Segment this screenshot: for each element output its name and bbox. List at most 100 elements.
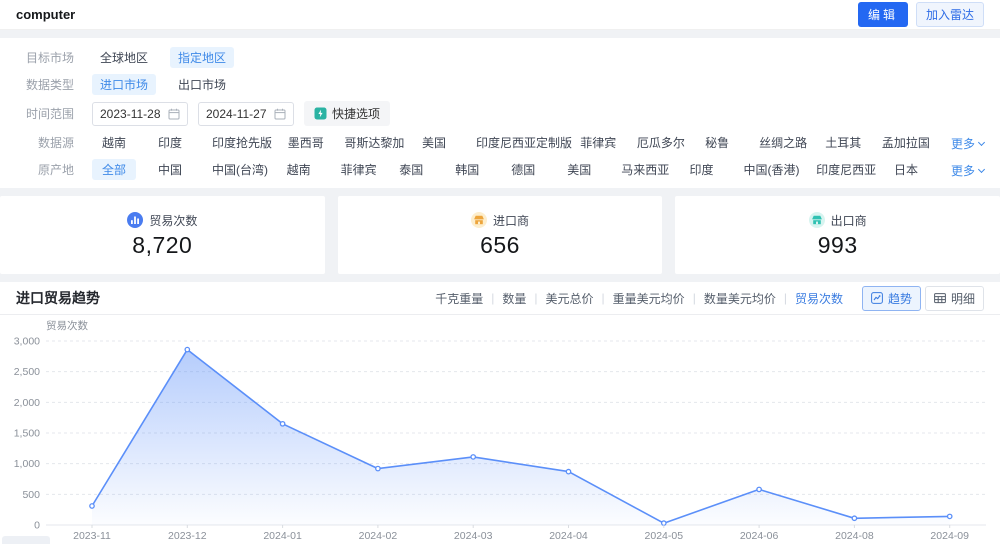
svg-text:1,000: 1,000: [14, 458, 40, 470]
stat-cards: 贸易次数 8,720 进口商 656 出口商 993: [0, 196, 1000, 274]
svg-text:2024-09: 2024-09: [930, 530, 969, 542]
filter-option[interactable]: 印度: [680, 159, 724, 180]
filter-panel: 目标市场 全球地区指定地区 数据类型 进口市场出口市场 时间范围: [0, 38, 1000, 188]
filter-option[interactable]: 进口市场: [92, 74, 156, 95]
filter-option[interactable]: 美国: [557, 159, 601, 180]
more-label: 更多: [951, 135, 975, 152]
metric-option[interactable]: 重量美元均价: [613, 290, 685, 307]
origin-options: 全部中国中国(台湾) 越南菲律宾泰国韩国德国美国马来西亚印度中国(香港) 印度尼西亚…: [92, 159, 984, 180]
filter-option[interactable]: 印度: [148, 132, 192, 153]
svg-text:2024-03: 2024-03: [454, 530, 493, 542]
filter-row-target-market: 目标市场 全球地区指定地区: [16, 47, 984, 68]
filter-option[interactable]: 德国: [501, 159, 545, 180]
chevron-down-icon: [978, 166, 985, 173]
filter-label: 数据类型: [16, 76, 74, 93]
calendar-icon: [168, 108, 180, 120]
start-date-field[interactable]: [92, 102, 188, 126]
filter-option[interactable]: 韩国: [445, 159, 489, 180]
top-bar: computer 编辑 加入雷达: [0, 0, 1000, 30]
metric-option[interactable]: 数量美元均价: [704, 290, 776, 307]
data-source-more-link[interactable]: 更多: [951, 135, 984, 152]
stat-value: 993: [818, 232, 858, 259]
end-date-input[interactable]: [206, 107, 274, 121]
filter-option[interactable]: 马来西亚: [613, 159, 667, 180]
trend-panel: 进口贸易趋势 千克重量|数量|美元总价|重量美元均价|数量美元均价|贸易次数 趋…: [0, 282, 1000, 544]
detail-view-button[interactable]: 明细: [925, 286, 984, 311]
metric-links: 千克重量|数量|美元总价|重量美元均价|数量美元均价|贸易次数: [428, 290, 850, 307]
quick-options-icon: [314, 107, 327, 120]
exporter-store-icon: [809, 212, 825, 228]
svg-text:2024-02: 2024-02: [359, 530, 398, 542]
svg-text:3,000: 3,000: [14, 336, 40, 348]
svg-text:2024-06: 2024-06: [740, 530, 779, 542]
filter-option[interactable]: 印度尼西亚: [808, 159, 872, 180]
filter-option[interactable]: 出口市场: [170, 74, 234, 95]
svg-text:1,500: 1,500: [14, 428, 40, 440]
filter-option[interactable]: 美国: [412, 132, 456, 153]
svg-text:2024-05: 2024-05: [645, 530, 684, 542]
filter-option[interactable]: 菲律宾: [333, 159, 378, 180]
filter-label: 时间范围: [16, 105, 74, 122]
trend-title: 进口贸易趋势: [16, 288, 100, 308]
date-range-controls: 快捷选项: [92, 101, 984, 126]
filter-row-data-type: 数据类型 进口市场出口市场: [16, 74, 984, 95]
filter-option[interactable]: 全球地区: [92, 47, 156, 68]
svg-text:2,500: 2,500: [14, 366, 40, 378]
stat-label: 出口商: [831, 212, 867, 229]
stat-card-head: 进口商: [471, 212, 529, 229]
target-market-options: 全球地区指定地区: [92, 47, 984, 68]
svg-text:2023-12: 2023-12: [168, 530, 207, 542]
filter-option[interactable]: 秘鲁: [695, 132, 739, 153]
top-actions: 编辑 加入雷达: [858, 2, 984, 27]
filter-option[interactable]: 日本: [884, 159, 928, 180]
separator: |: [534, 291, 537, 305]
filter-option[interactable]: 中国(香港): [736, 159, 797, 180]
filter-option[interactable]: 全部: [92, 159, 136, 180]
data-type-options: 进口市场出口市场: [92, 74, 984, 95]
page-title: computer: [16, 7, 75, 22]
filter-row-data-source: 数据源 越南印度印度抢先版墨西哥哥斯达黎加美国印度尼西亚定制版菲律宾厄瓜多尔秘鲁…: [16, 132, 984, 153]
importer-store-icon: [471, 212, 487, 228]
filter-label: 目标市场: [16, 49, 74, 66]
filter-option[interactable]: 中国: [148, 159, 192, 180]
filter-option[interactable]: 印度抢先版: [204, 132, 268, 153]
data-source-options: 越南印度印度抢先版墨西哥哥斯达黎加美国印度尼西亚定制版菲律宾厄瓜多尔秘鲁丝绸之路…: [92, 132, 984, 153]
filter-option[interactable]: 墨西哥: [280, 132, 325, 153]
filter-option[interactable]: 越南: [277, 159, 321, 180]
origin-more-link[interactable]: 更多: [951, 162, 984, 179]
svg-text:2024-08: 2024-08: [835, 530, 874, 542]
stat-card: 出口商 993: [675, 196, 1000, 274]
filter-option[interactable]: 印度尼西亚定制版: [468, 132, 560, 153]
metric-option[interactable]: 贸易次数: [795, 290, 843, 307]
trend-header: 进口贸易趋势 千克重量|数量|美元总价|重量美元均价|数量美元均价|贸易次数 趋…: [0, 282, 1000, 315]
trend-view-button[interactable]: 趋势: [862, 286, 921, 311]
more-label: 更多: [951, 162, 975, 179]
filter-option[interactable]: 菲律宾: [572, 132, 617, 153]
filter-row-date-range: 时间范围: [16, 101, 984, 126]
separator: |: [491, 291, 494, 305]
metric-option[interactable]: 千克重量: [435, 290, 483, 307]
filter-option[interactable]: 厄瓜多尔: [629, 132, 683, 153]
svg-text:2,000: 2,000: [14, 397, 40, 409]
filter-option[interactable]: 泰国: [389, 159, 433, 180]
metric-option[interactable]: 数量: [502, 290, 526, 307]
quick-options-button[interactable]: 快捷选项: [304, 101, 390, 126]
filter-option[interactable]: 哥斯达黎加: [336, 132, 400, 153]
filter-option[interactable]: 丝绸之路: [751, 132, 805, 153]
stat-value: 8,720: [132, 232, 192, 259]
filter-option[interactable]: 土耳其: [817, 132, 862, 153]
filter-option[interactable]: 孟加拉国: [874, 132, 928, 153]
chevron-down-icon: [978, 139, 985, 146]
filter-option[interactable]: 越南: [92, 132, 136, 153]
metric-option[interactable]: 美元总价: [546, 290, 594, 307]
add-radar-button[interactable]: 加入雷达: [916, 2, 984, 27]
svg-text:500: 500: [22, 489, 40, 501]
edit-button[interactable]: 编辑: [858, 2, 908, 27]
start-date-input[interactable]: [100, 107, 168, 121]
separator: |: [602, 291, 605, 305]
end-date-field[interactable]: [198, 102, 294, 126]
stat-label: 贸易次数: [149, 212, 197, 229]
stat-label: 进口商: [493, 212, 529, 229]
filter-option[interactable]: 中国(台湾): [204, 159, 265, 180]
filter-option[interactable]: 指定地区: [170, 47, 234, 68]
